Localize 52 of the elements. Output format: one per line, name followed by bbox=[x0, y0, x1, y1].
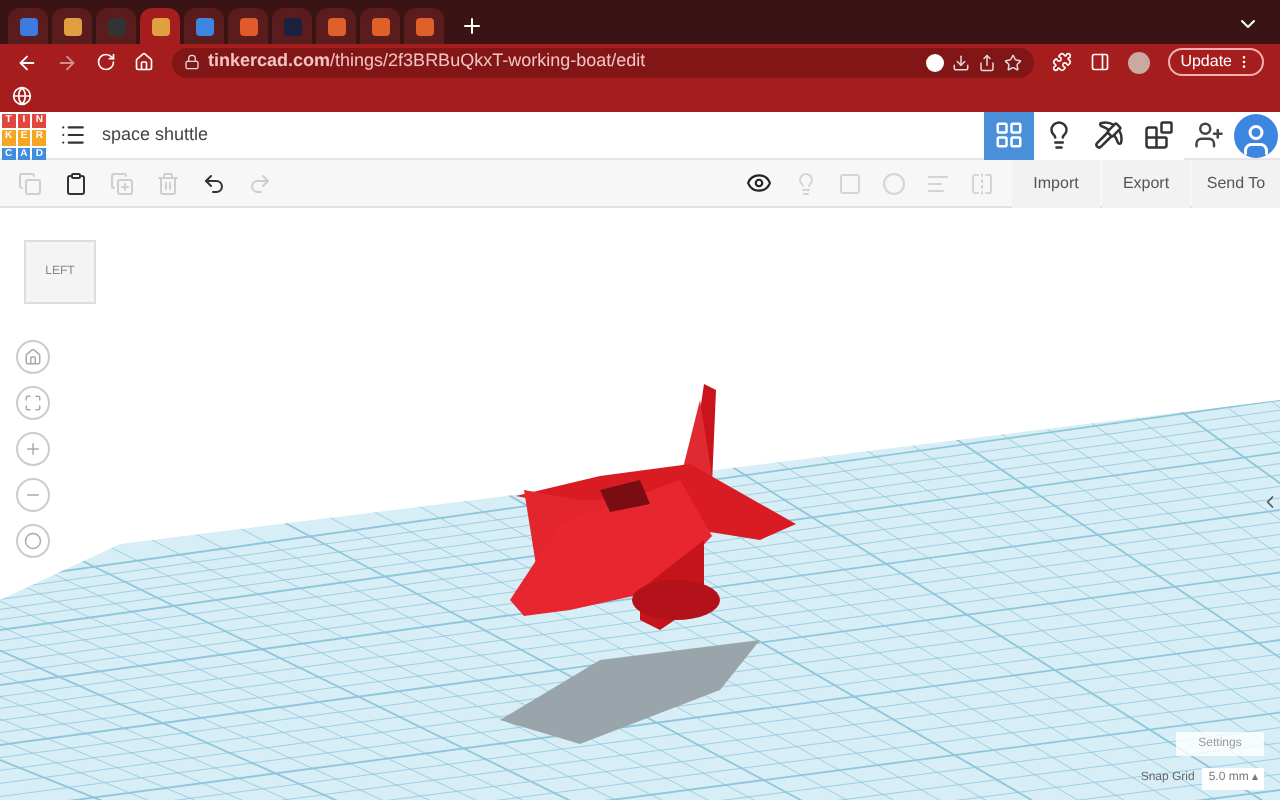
toolbar-action-button[interactable]: Send To bbox=[1192, 159, 1280, 207]
plus-icon bbox=[24, 440, 42, 458]
share-icon[interactable] bbox=[978, 53, 997, 71]
browser-tab[interactable] bbox=[140, 8, 180, 44]
eye-icon[interactable] bbox=[746, 170, 772, 196]
design-title[interactable]: space shuttle bbox=[102, 121, 209, 149]
pickaxe-icon bbox=[1094, 120, 1124, 150]
paste-icon[interactable] bbox=[64, 171, 88, 195]
favicon-icon bbox=[63, 17, 81, 35]
address-bar[interactable]: tinkercad.com/things/2f3BRBuQkxT-working-boat/edit bbox=[172, 47, 1035, 77]
grid-icon bbox=[994, 120, 1024, 150]
user-avatar[interactable] bbox=[1234, 113, 1278, 157]
reload-icon[interactable] bbox=[96, 52, 116, 72]
favicon-icon bbox=[415, 17, 433, 35]
favicon-icon bbox=[107, 17, 125, 35]
favicon-icon bbox=[195, 17, 213, 35]
side-panel-icon[interactable] bbox=[1090, 52, 1111, 72]
lock-icon bbox=[184, 54, 200, 70]
favicon-icon bbox=[151, 17, 169, 35]
toolbar-action-button[interactable]: Export bbox=[1102, 159, 1190, 207]
back-icon[interactable] bbox=[16, 51, 38, 73]
browser-tab[interactable] bbox=[8, 8, 48, 44]
design-list-icon[interactable] bbox=[60, 122, 86, 148]
circle-icon bbox=[24, 532, 42, 550]
favicon-icon bbox=[19, 17, 37, 35]
browser-tab[interactable] bbox=[316, 8, 356, 44]
browser-tab[interactable] bbox=[360, 8, 400, 44]
install-icon[interactable] bbox=[952, 53, 971, 71]
url-text: tinkercad.com/things/2f3BRBuQkxT-working-boat/edit bbox=[208, 48, 646, 75]
add-user-icon[interactable] bbox=[1194, 120, 1224, 150]
browser-tab[interactable] bbox=[228, 8, 268, 44]
fit-icon bbox=[24, 394, 42, 412]
browser-tab[interactable] bbox=[404, 8, 444, 44]
browser-tab[interactable] bbox=[52, 8, 92, 44]
blocks-icon bbox=[1144, 120, 1174, 150]
favicon-icon bbox=[327, 17, 345, 35]
extensions-icon[interactable] bbox=[1052, 52, 1073, 72]
view-button[interactable] bbox=[984, 111, 1034, 159]
bookmark-star-icon[interactable] bbox=[1004, 53, 1023, 71]
bulb-icon bbox=[1044, 120, 1074, 150]
toolbar-action-button[interactable]: Import bbox=[1012, 159, 1100, 207]
home-icon[interactable] bbox=[134, 52, 154, 72]
favicon-icon bbox=[239, 17, 257, 35]
undo-icon[interactable] bbox=[202, 171, 226, 195]
globe-icon[interactable] bbox=[12, 86, 32, 106]
favicon-icon bbox=[371, 17, 389, 35]
update-button[interactable]: Update bbox=[1168, 48, 1264, 76]
favicon-icon bbox=[283, 17, 301, 35]
home-icon bbox=[24, 348, 42, 366]
profile-avatar[interactable] bbox=[1128, 51, 1151, 73]
new-tab-icon[interactable] bbox=[460, 14, 484, 38]
browser-tab[interactable] bbox=[184, 8, 224, 44]
